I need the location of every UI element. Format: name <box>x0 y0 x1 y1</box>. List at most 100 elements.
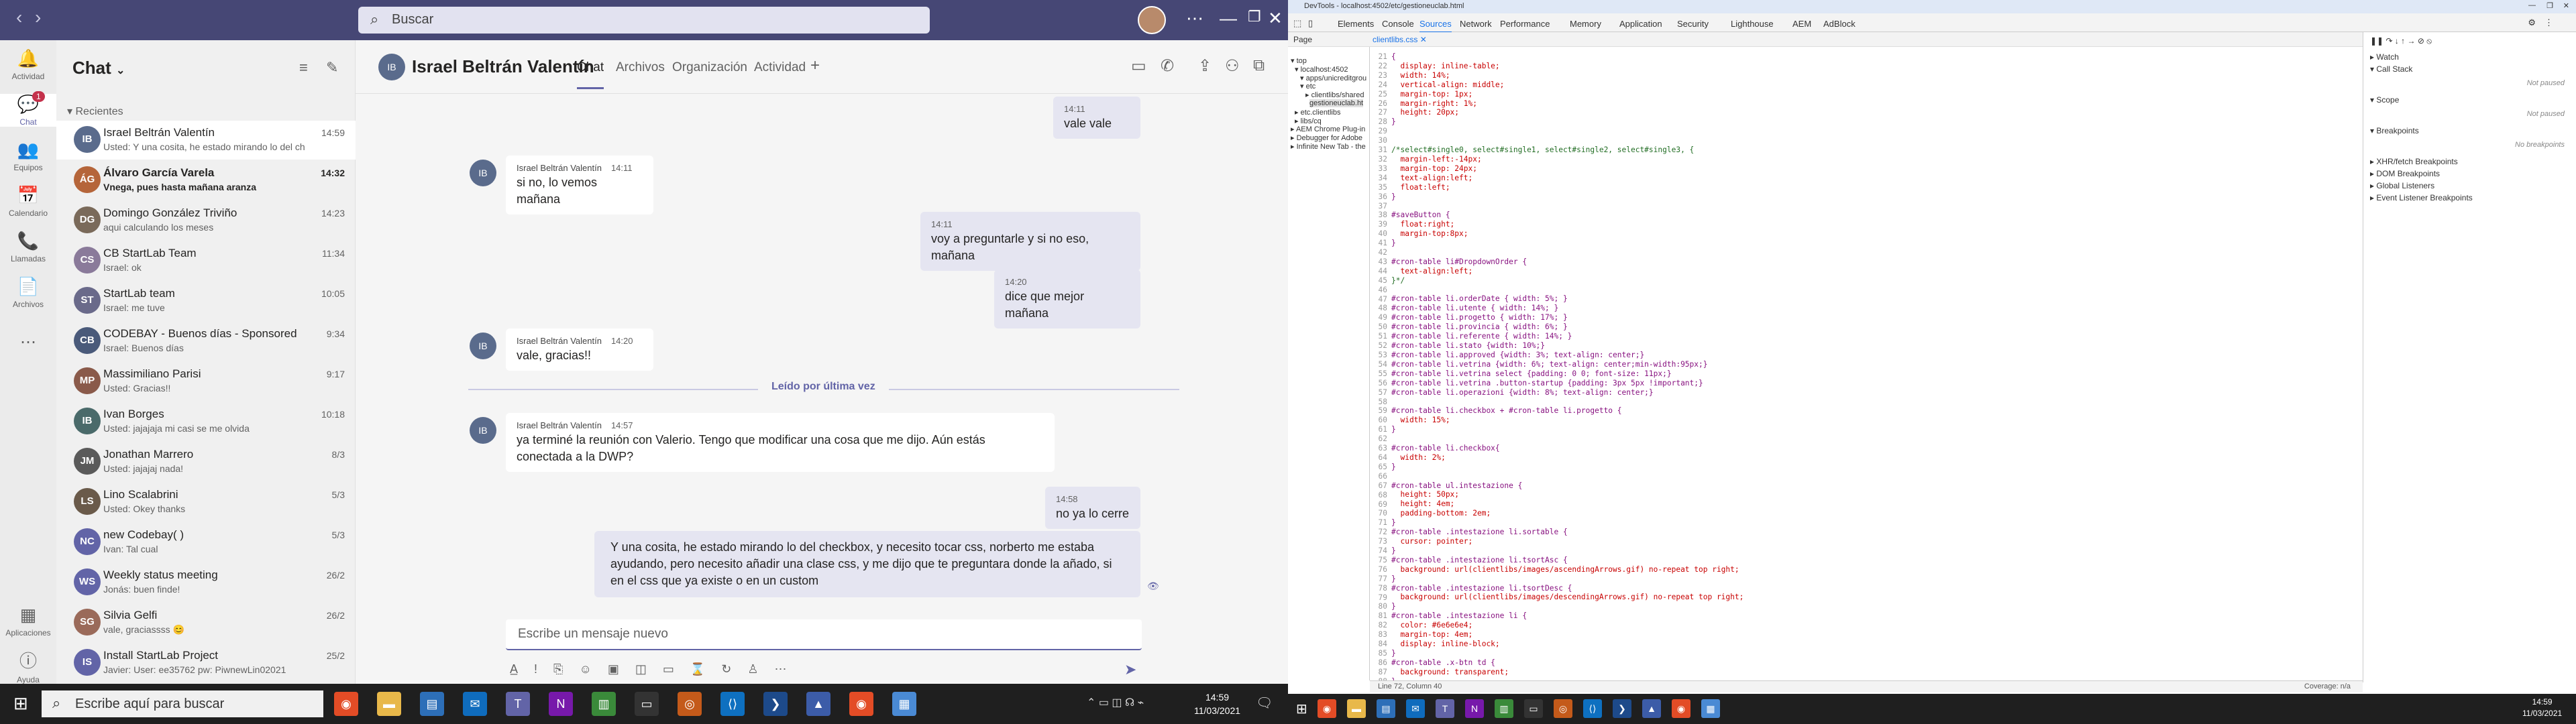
user-avatar[interactable] <box>1138 6 1166 34</box>
line-number[interactable]: 22 <box>1370 62 1387 71</box>
tab-sources[interactable]: Sources <box>1419 19 1452 33</box>
line-number[interactable]: 33 <box>1370 164 1387 174</box>
folder-icon[interactable]: ▬ <box>377 692 401 716</box>
line-number[interactable]: 39 <box>1370 220 1387 229</box>
line-number[interactable]: 73 <box>1370 537 1387 546</box>
mail-icon[interactable]: ✉ <box>463 692 487 716</box>
video-call-icon[interactable]: ▭ <box>1131 56 1146 76</box>
line-number[interactable]: 40 <box>1370 229 1387 239</box>
onenote-icon[interactable]: N <box>1465 699 1484 718</box>
line-number[interactable]: 69 <box>1370 500 1387 509</box>
line-number[interactable]: 34 <box>1370 174 1387 183</box>
tab-files[interactable]: Archivos <box>616 60 665 75</box>
chrome-icon[interactable]: ◉ <box>849 692 873 716</box>
line-number[interactable]: 60 <box>1370 416 1387 425</box>
line-number[interactable]: 51 <box>1370 332 1387 341</box>
chat-list-item[interactable]: SG Silvia Gelfi vale, graciassss 😊 26/2 <box>56 603 356 642</box>
line-number[interactable]: 21 <box>1370 52 1387 62</box>
chat-list-item[interactable]: DG Domingo González Triviño aqui calculand… <box>56 201 356 240</box>
chat-list-item[interactable]: IB Ivan Borges Usted: jajajaja mi casi se … <box>56 402 356 441</box>
line-number[interactable]: 35 <box>1370 183 1387 192</box>
rail-item-apps[interactable]: ▦ Aplicaciones <box>0 605 56 638</box>
line-number[interactable]: 37 <box>1370 202 1387 211</box>
system-tray-icons[interactable]: ⌃ ▭ ◫ ☊ ⌁ <box>1087 696 1144 709</box>
message-theirs[interactable]: Israel Beltrán Valentín 14:20 vale, gracia… <box>506 328 653 371</box>
app-icon[interactable]: ▥ <box>592 692 616 716</box>
maximize-icon[interactable]: ❐ <box>1248 8 1261 25</box>
tab-application[interactable]: Application <box>1619 19 1662 29</box>
inspect-icon[interactable]: ⬚ <box>1293 18 1301 29</box>
message-mine[interactable]: 14:20 dice que mejor mañana <box>994 269 1140 328</box>
line-number[interactable]: 23 <box>1370 71 1387 80</box>
debugger-section[interactable]: ▸ XHR/fetch Breakpoints <box>2370 157 2458 166</box>
more-options-icon[interactable]: ⋯ <box>1186 8 1203 29</box>
tab-lighthouse[interactable]: Lighthouse <box>1731 19 1774 29</box>
gif-icon[interactable]: ▣ <box>608 662 619 676</box>
chat-list-item[interactable]: LS Lino Scalabrini Usted: Okey thanks 5/3 <box>56 483 356 522</box>
vscode-icon[interactable]: ⟨⟩ <box>720 692 745 716</box>
powershell-icon[interactable]: ❯ <box>763 692 788 716</box>
line-number[interactable]: 57 <box>1370 388 1387 398</box>
settings-icon[interactable]: ⚙ <box>2528 17 2536 28</box>
line-number[interactable]: 80 <box>1370 602 1387 611</box>
file-tree-item[interactable]: ▸ libs/cq <box>1295 117 1322 125</box>
line-number[interactable]: 30 <box>1370 136 1387 145</box>
teams-taskbar-icon[interactable]: T <box>1436 699 1454 718</box>
tab-security[interactable]: Security <box>1677 19 1709 29</box>
screen-share-icon[interactable]: ⇪ <box>1198 56 1212 76</box>
tab-organization[interactable]: Organización <box>672 60 747 75</box>
tab-aem[interactable]: AEM <box>1792 19 1811 29</box>
debugger-section[interactable]: ▸ Global Listeners <box>2370 181 2434 190</box>
chrome-icon[interactable]: ◉ <box>334 692 358 716</box>
taskbar-clock[interactable]: 14:59 11/03/2021 <box>2522 697 2562 719</box>
emoji-icon[interactable]: ☺ <box>579 662 591 676</box>
rail-item-calendar[interactable]: 📅 Calendario <box>0 185 56 218</box>
app-icon[interactable]: ▦ <box>892 692 916 716</box>
line-number[interactable]: 61 <box>1370 425 1387 434</box>
debug-controls[interactable]: ❚❚ ↷ ↓ ↑ → ⊘ ⦸ <box>2370 36 2432 46</box>
app-icon[interactable]: ◎ <box>1554 699 1572 718</box>
line-number[interactable]: 29 <box>1370 127 1387 136</box>
pop-out-icon[interactable]: ⧉ <box>1253 56 1265 75</box>
new-chat-icon[interactable]: ✎ <box>326 59 338 76</box>
more-apps-icon[interactable]: ⋯ <box>0 333 56 352</box>
line-number[interactable]: 85 <box>1370 649 1387 658</box>
line-number[interactable]: 49 <box>1370 313 1387 322</box>
app-icon[interactable]: ▦ <box>1701 699 1720 718</box>
app-icon[interactable]: ▲ <box>1642 699 1661 718</box>
rail-item-activity[interactable]: 🔔 Actividad <box>0 48 56 81</box>
app-icon[interactable]: ▥ <box>1495 699 1513 718</box>
line-number[interactable]: 24 <box>1370 80 1387 90</box>
line-number[interactable]: 58 <box>1370 398 1387 407</box>
minimize-icon[interactable]: — <box>2528 1 2536 9</box>
file-tree-item[interactable]: ▸ clientlibs/shared <box>1305 90 1364 99</box>
line-number[interactable]: 47 <box>1370 295 1387 304</box>
chat-list-item[interactable]: ÁG Álvaro García Varela Vnega, pues hasta … <box>56 161 356 200</box>
minimize-icon[interactable]: — <box>1220 8 1237 29</box>
debugger-section[interactable]: ▾ Scope <box>2370 95 2399 105</box>
store-icon[interactable]: ▤ <box>1377 699 1395 718</box>
message-mine[interactable]: 14:11 voy a preguntarle y si no eso, maña… <box>920 212 1140 271</box>
message-mine[interactable]: 14:11 vale vale <box>1053 97 1140 139</box>
line-number[interactable]: 41 <box>1370 239 1387 248</box>
rail-item-help[interactable]: ⓘ Ayuda <box>0 648 56 684</box>
line-number[interactable]: 44 <box>1370 267 1387 276</box>
add-people-icon[interactable]: ⚇ <box>1225 56 1240 76</box>
important-icon[interactable]: ! <box>534 662 537 676</box>
debugger-section[interactable]: ▸ Watch <box>2370 52 2399 62</box>
tab-elements[interactable]: Elements <box>1338 19 1374 29</box>
file-tree-item[interactable]: ▸ Infinite New Tab - the <box>1291 142 1366 151</box>
line-number[interactable]: 32 <box>1370 155 1387 164</box>
tab-adblock[interactable]: AdBlock <box>1823 19 1856 29</box>
file-tree-item[interactable]: gestioneuclab.ht <box>1309 99 1364 107</box>
tab-chat[interactable]: Chat <box>577 60 604 89</box>
windows-start-icon[interactable]: ⊞ <box>1296 701 1307 717</box>
loop-icon[interactable]: ↻ <box>721 662 731 676</box>
more-options-icon[interactable]: ⋮ <box>2544 17 2553 28</box>
line-number[interactable]: 79 <box>1370 593 1387 603</box>
line-number[interactable]: 59 <box>1370 406 1387 416</box>
folder-icon[interactable]: ▬ <box>1347 699 1366 718</box>
line-number[interactable]: 87 <box>1370 668 1387 677</box>
line-number[interactable]: 54 <box>1370 360 1387 369</box>
notification-icon[interactable]: 🗨 <box>1256 695 1273 711</box>
